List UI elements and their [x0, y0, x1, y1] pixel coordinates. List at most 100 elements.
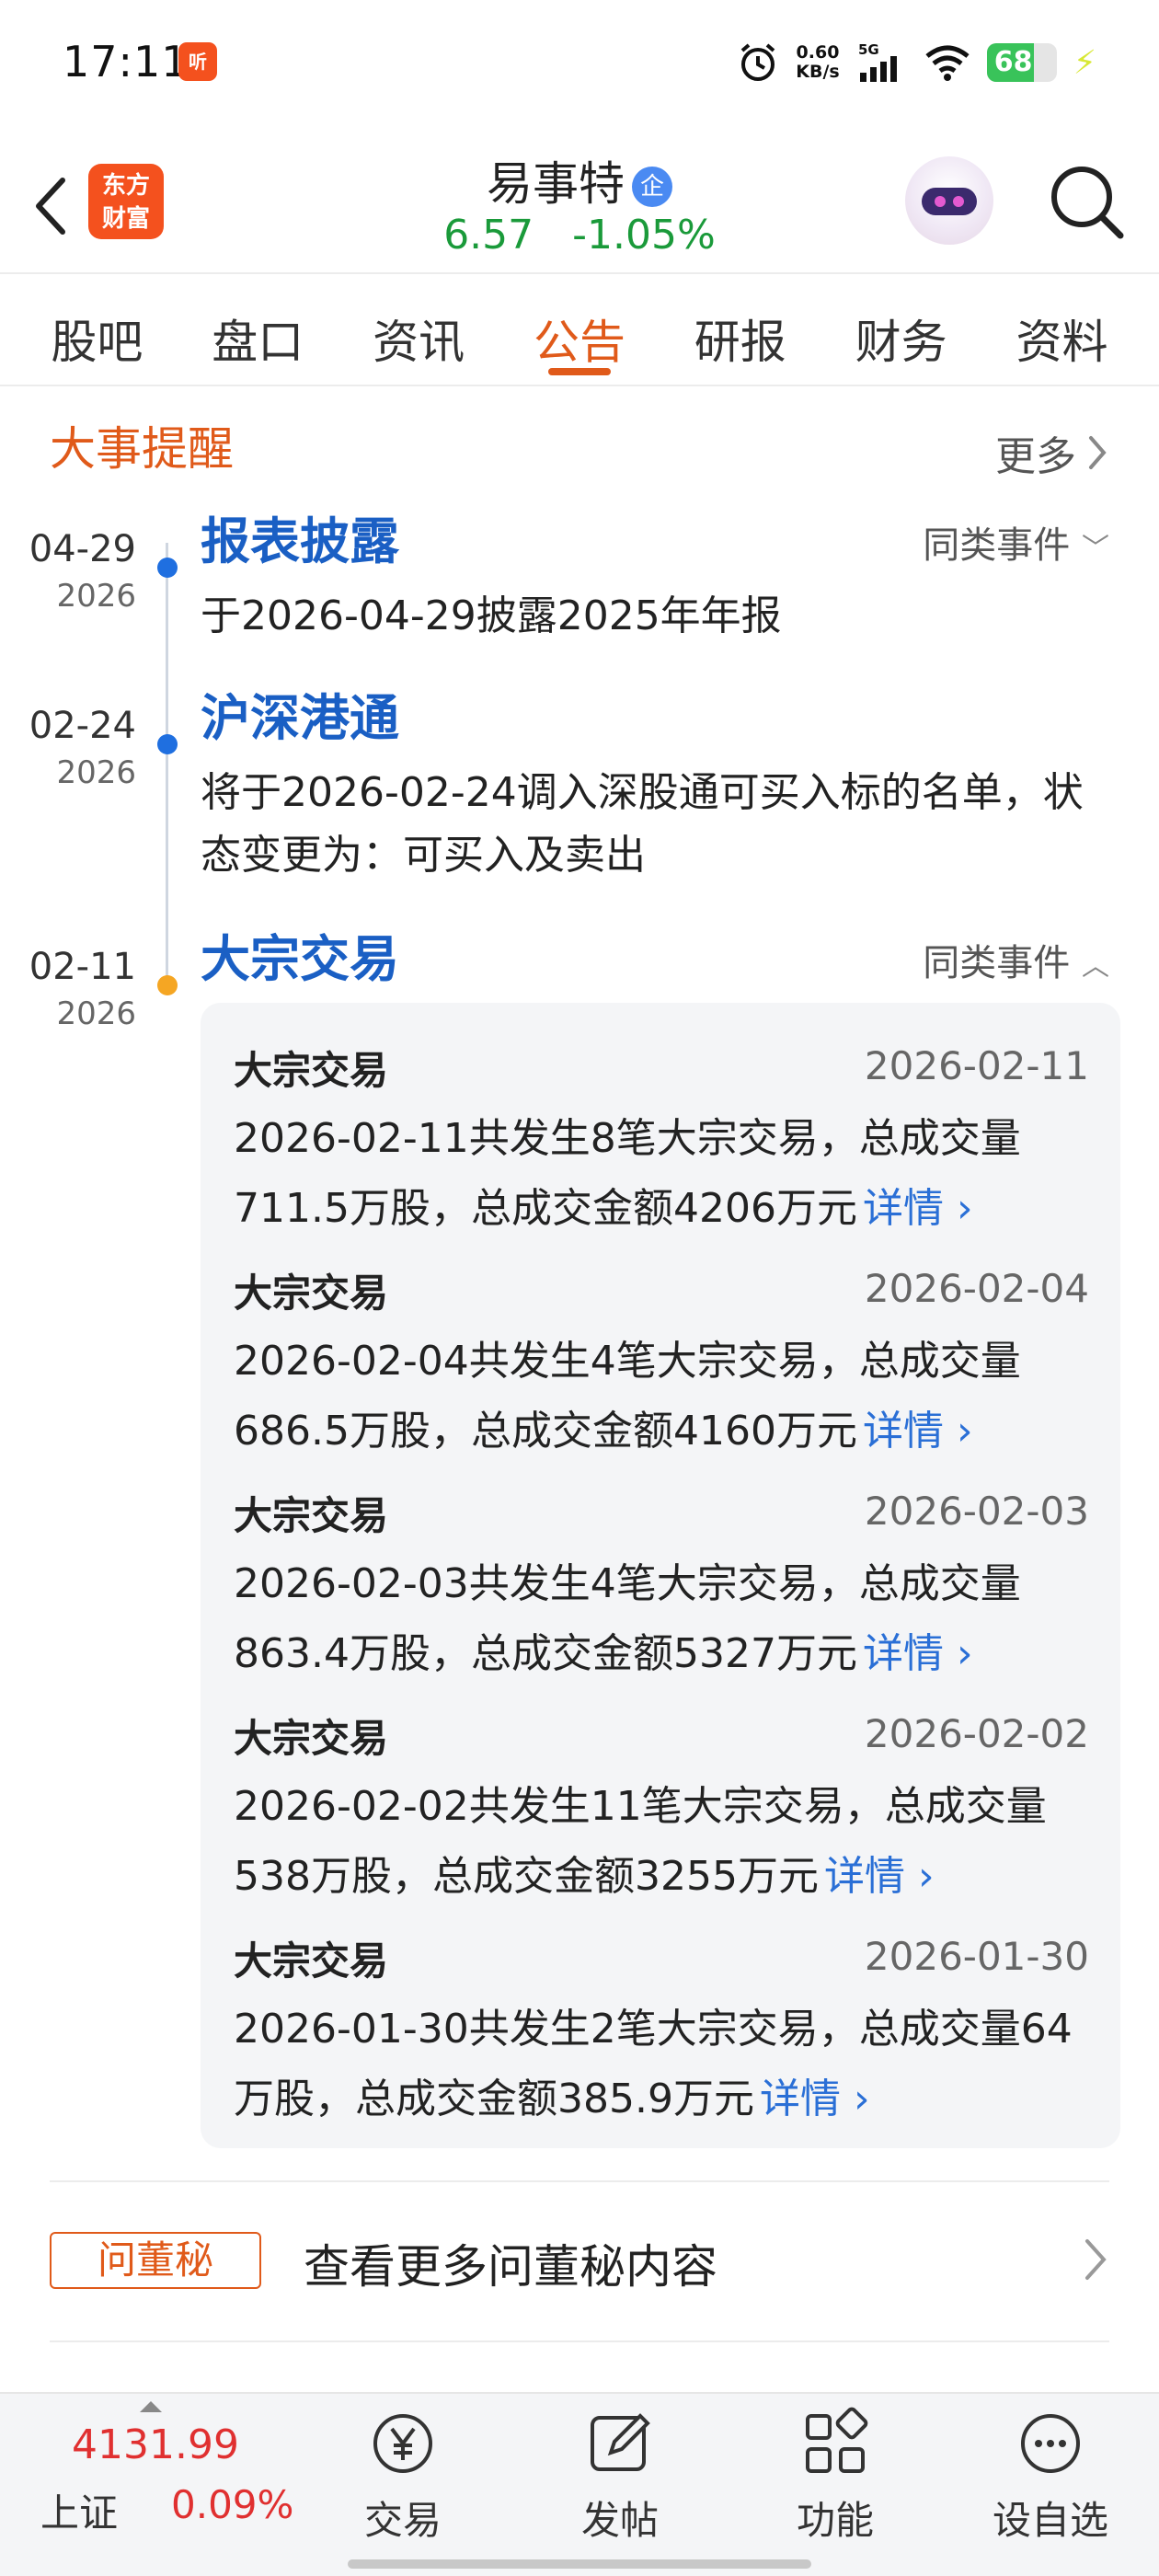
detail-link[interactable]: 详情 › [863, 1630, 973, 1677]
event-year: 2026 [56, 578, 136, 615]
detail-link[interactable]: 详情 › [863, 1408, 973, 1455]
robot-visor [922, 188, 977, 215]
event-description: 将于2026-02-24调入深股通可买入标的名单，状 态变更为：可买入及卖出 [201, 762, 1120, 887]
detail-link[interactable]: 详情 › [760, 2076, 870, 2122]
index-name[interactable]: 上证 [40, 2482, 118, 2538]
battery-icon: 68 [986, 43, 1057, 82]
trade-date: 2026-02-02 [864, 1711, 1089, 1756]
robot-eye-right [953, 196, 964, 207]
event-date: 02-24 [29, 705, 136, 747]
chevron-right-icon [1089, 436, 1107, 469]
trade-name: 大宗交易 [234, 1716, 389, 1761]
detail-label: 详情 [759, 2076, 841, 2122]
nav-trade[interactable]: 交易 [329, 2407, 476, 2546]
timeline-dot [157, 975, 178, 995]
event-description-line: 将于2026-02-24调入深股通可买入标的名单，状 [201, 769, 1084, 816]
nav-trade-label: 交易 [363, 2498, 442, 2543]
tab-profile[interactable]: 资料 [1016, 274, 1107, 385]
block-trade-item: 大宗交易 2026-02-11 2026-02-11共发生8笔大宗交易，总成交量… [234, 1040, 1089, 1244]
trade-amount: 711.5万股，总成交金额4206万元 [234, 1185, 857, 1232]
event-year: 2026 [56, 995, 136, 1032]
similar-events-toggle[interactable]: 同类事件 ﹀ [923, 515, 1109, 569]
event-date: 02-11 [29, 946, 136, 988]
block-trade-item: 大宗交易 2026-02-02 2026-02-02共发生11笔大宗交易，总成交… [234, 1708, 1089, 1912]
detail-label: 详情 [862, 1630, 944, 1677]
status-bar: 17:11 听 0.60 KB/s 5G 68 ⚡ [0, 0, 1159, 120]
trade-summary: 863.4万股，总成交金额5327万元 详情 › [234, 1619, 1089, 1689]
event-title[interactable]: 大宗交易 [201, 918, 399, 991]
index-change[interactable]: 0.09% [171, 2482, 293, 2527]
stock-price: 6.57 [443, 212, 534, 259]
edit-icon [591, 2413, 650, 2471]
home-indicator[interactable] [348, 2559, 811, 2569]
block-trade-item: 大宗交易 2026-02-04 2026-02-04共发生4笔大宗交易，总成交量… [234, 1262, 1089, 1466]
detail-link[interactable]: 详情 › [863, 1185, 973, 1232]
detail-label: 详情 [823, 1853, 905, 1900]
dongmi-more-link[interactable]: 查看更多问董秘内容 [304, 2230, 717, 2296]
bottom-nav: 4131.99 上证 0.09% 交易 发帖 功能 设自选 [0, 2392, 1159, 2576]
trade-amount: 万股，总成交金额385.9万元 [234, 2076, 754, 2122]
tab-guba[interactable]: 股吧 [51, 274, 143, 385]
divider [50, 2180, 1109, 2182]
index-value[interactable]: 4131.99 [72, 2421, 239, 2468]
event-title[interactable]: 沪深港通 [201, 677, 399, 750]
stock-name: 易事特 [487, 157, 625, 211]
trade-date: 2026-02-11 [864, 1043, 1089, 1088]
search-icon[interactable] [1045, 160, 1128, 243]
chevron-right-icon[interactable] [1082, 2236, 1109, 2283]
nav-post-label: 发帖 [580, 2498, 659, 2543]
stock-header: 东方 财富 易事特企 6.57 -1.05% [0, 138, 1159, 272]
trade-summary: 686.5万股，总成交金额4160万元 详情 › [234, 1397, 1089, 1466]
detail-link[interactable]: 详情 › [824, 1853, 935, 1900]
trade-summary: 2026-02-03共发生4笔大宗交易，总成交量 [234, 1560, 1021, 1607]
timeline-dot [157, 558, 178, 578]
tab-finance[interactable]: 财务 [855, 274, 947, 385]
trade-summary: 万股，总成交金额385.9万元 详情 › [234, 2064, 1089, 2134]
similar-events-toggle[interactable]: 同类事件 ︿ [923, 933, 1109, 986]
speed-unit: KB/s [796, 62, 840, 82]
chevron-up-icon: ︿ [1082, 950, 1109, 983]
event-title[interactable]: 报表披露 [201, 500, 399, 573]
timeline-line [166, 543, 168, 984]
trade-summary: 2026-01-30共发生2笔大宗交易，总成交量64 [234, 2006, 1073, 2053]
block-trade-item: 大宗交易 2026-02-03 2026-02-03共发生4笔大宗交易，总成交量… [234, 1485, 1089, 1689]
trade-date: 2026-01-30 [864, 1934, 1089, 1979]
nav-watchlist[interactable]: 设自选 [977, 2407, 1124, 2546]
nav-functions[interactable]: 功能 [762, 2407, 909, 2546]
trade-date: 2026-02-04 [864, 1266, 1089, 1311]
tab-news[interactable]: 资讯 [373, 274, 465, 385]
robot-assistant-avatar[interactable] [905, 156, 993, 245]
section-title: 大事提醒 [50, 422, 234, 476]
tab-pankou[interactable]: 盘口 [212, 274, 304, 385]
signal-icon: 5G [858, 41, 897, 82]
listen-app-icon: 听 [178, 42, 217, 81]
battery-level: 68 [993, 46, 1033, 78]
tab-research[interactable]: 研报 [694, 274, 786, 385]
trade-summary: 2026-02-11共发生8笔大宗交易，总成交量 [234, 1115, 1021, 1162]
trade-date: 2026-02-03 [864, 1489, 1089, 1534]
dongmi-badge[interactable]: 问董秘 [50, 2232, 261, 2289]
yuan-icon [373, 2414, 432, 2473]
trade-name: 大宗交易 [234, 1271, 389, 1316]
trade-name: 大宗交易 [234, 1938, 389, 1984]
trade-summary: 2026-02-04共发生4笔大宗交易，总成交量 [234, 1338, 1021, 1385]
charging-icon: ⚡ [1073, 43, 1096, 82]
speed-value: 0.60 [796, 42, 840, 63]
trade-name: 大宗交易 [234, 1048, 389, 1093]
similar-events-label: 同类事件 [923, 524, 1071, 567]
status-icons: 0.60 KB/s 5G 68 ⚡ [737, 37, 1096, 88]
detail-label: 详情 [862, 1185, 944, 1232]
nav-post[interactable]: 发帖 [546, 2407, 694, 2546]
caret-up-icon[interactable] [140, 2401, 162, 2412]
status-time: 17:11 [63, 37, 189, 86]
wifi-icon [925, 45, 970, 81]
trade-amount: 863.4万股，总成交金额5327万元 [234, 1630, 857, 1677]
more-button[interactable]: 更多 [995, 423, 1109, 482]
network-speed: 0.60 KB/s [796, 43, 839, 82]
trade-name: 大宗交易 [234, 1493, 389, 1538]
detail-label: 详情 [862, 1408, 944, 1455]
stock-tabs: 股吧 盘口 资讯 公告 研报 财务 资料 [0, 272, 1159, 386]
robot-eye-left [935, 196, 946, 207]
block-trade-item: 大宗交易 2026-01-30 2026-01-30共发生2笔大宗交易，总成交量… [234, 1930, 1089, 2134]
tab-announcements[interactable]: 公告 [534, 274, 625, 385]
